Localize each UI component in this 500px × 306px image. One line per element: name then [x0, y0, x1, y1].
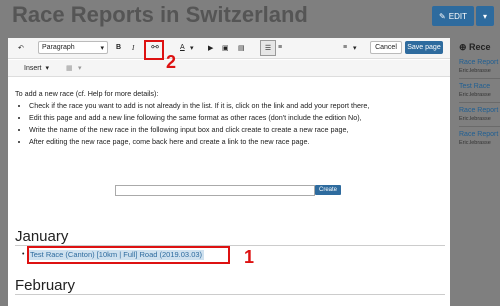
media-icon[interactable]: ▶ [208, 41, 213, 54]
editor-toolbar: ↶ Paragraph ▾ B I ⚯ A ▾ ▶ ▣ ▤ ☰ ≡ ≡ ▾ Can… [8, 38, 450, 59]
chevron-down-icon: ▾ [100, 44, 104, 52]
annotation-box-link [144, 40, 164, 60]
sidebar-item[interactable]: Race Report Eric.lebrasse [459, 107, 500, 123]
list-item: Check if the race you want to add is not… [29, 100, 445, 112]
chevron-down-icon[interactable]: ▾ [190, 41, 194, 54]
sidebar-item[interactable]: Test Race Eric.lebrasse [459, 83, 500, 99]
save-page-button[interactable]: Save page [405, 41, 443, 54]
page-title: Race Reports in Switzerland [12, 2, 308, 27]
insert-menu[interactable]: Insert ▾ [24, 62, 49, 74]
sidebar-item-title: Race Report [459, 107, 499, 114]
page-content: To add a new race (cf. Help for more det… [15, 88, 445, 148]
image-icon[interactable]: ▣ [222, 41, 229, 54]
font-color-icon[interactable]: A [180, 41, 185, 54]
editor-panel: ↶ Paragraph ▾ B I ⚯ A ▾ ▶ ▣ ▤ ☰ ≡ ≡ ▾ Can… [8, 38, 450, 306]
editor-toolbar-secondary: Insert ▾ ▦ ▾ [8, 60, 450, 77]
numbered-list-icon[interactable]: ≡ [278, 41, 282, 54]
insert-label: Insert [24, 64, 42, 72]
list-item: After editing the new race page, come ba… [29, 136, 445, 148]
sidebar-item-title: Test Race [459, 83, 491, 90]
edit-menu-button[interactable]: ▾ [476, 6, 494, 26]
sidebar-item-sub: Eric.lebrasse [459, 92, 491, 98]
more-options-icon[interactable]: ≡ [343, 41, 347, 54]
undo-icon[interactable]: ↶ [18, 41, 24, 54]
cancel-button[interactable]: Cancel [370, 41, 402, 54]
divider [459, 78, 500, 79]
sidebar-item[interactable]: Race Report Eric.lebrasse [459, 59, 500, 75]
section-heading-february: February [15, 278, 445, 295]
annotation-label-1: 1 [244, 247, 255, 267]
bullet-icon: • [22, 251, 25, 258]
new-race-input[interactable] [115, 185, 315, 196]
intro-text: To add a new race (cf. Help for more det… [15, 89, 159, 98]
chevron-down-icon[interactable]: ▾ [353, 41, 357, 54]
instruction-list: Check if the race you want to add is not… [15, 100, 445, 148]
sidebar-item[interactable]: Race Report Eric.lebrasse [459, 131, 500, 147]
edit-button[interactable]: ✎ EDIT [432, 6, 474, 26]
list-item: Edit this page and add a new line follow… [29, 112, 445, 124]
divider [459, 102, 500, 103]
paragraph-format-label: Paragraph [42, 44, 75, 51]
table-icon[interactable]: ▦ [66, 62, 73, 74]
italic-button[interactable]: I [132, 41, 134, 54]
paragraph-format-dropdown[interactable]: Paragraph ▾ [38, 41, 108, 54]
sidebar-item-sub: Eric.lebrasse [459, 68, 491, 74]
edit-label: EDIT [448, 11, 467, 21]
recent-sidebar: ⊕ Rece Race Report Eric.lebrasse Test Rac… [455, 38, 500, 306]
annotation-label-2: 2 [166, 52, 177, 72]
chevron-down-icon[interactable]: ▾ [78, 62, 82, 74]
pencil-icon: ✎ [439, 11, 446, 21]
chevron-down-icon: ▾ [45, 65, 50, 72]
gallery-icon[interactable]: ▤ [238, 41, 245, 54]
create-button[interactable]: Create [315, 185, 341, 195]
sidebar-item-sub: Eric.lebrasse [459, 116, 491, 122]
section-heading-january: January [15, 229, 445, 246]
sidebar-item-title: Race Report [459, 59, 499, 66]
divider [459, 126, 500, 127]
bold-button[interactable]: B [116, 41, 121, 54]
sidebar-item-sub: Eric.lebrasse [459, 140, 491, 146]
sidebar-item-title: Race Report [459, 131, 499, 138]
sidebar-heading-text: Rece [469, 42, 491, 52]
list-item: Write the name of the new race in the fo… [29, 124, 445, 136]
annotation-box-race [27, 246, 230, 264]
sidebar-heading: ⊕ Rece [459, 42, 491, 52]
bullet-list-icon[interactable]: ☰ [260, 40, 276, 56]
